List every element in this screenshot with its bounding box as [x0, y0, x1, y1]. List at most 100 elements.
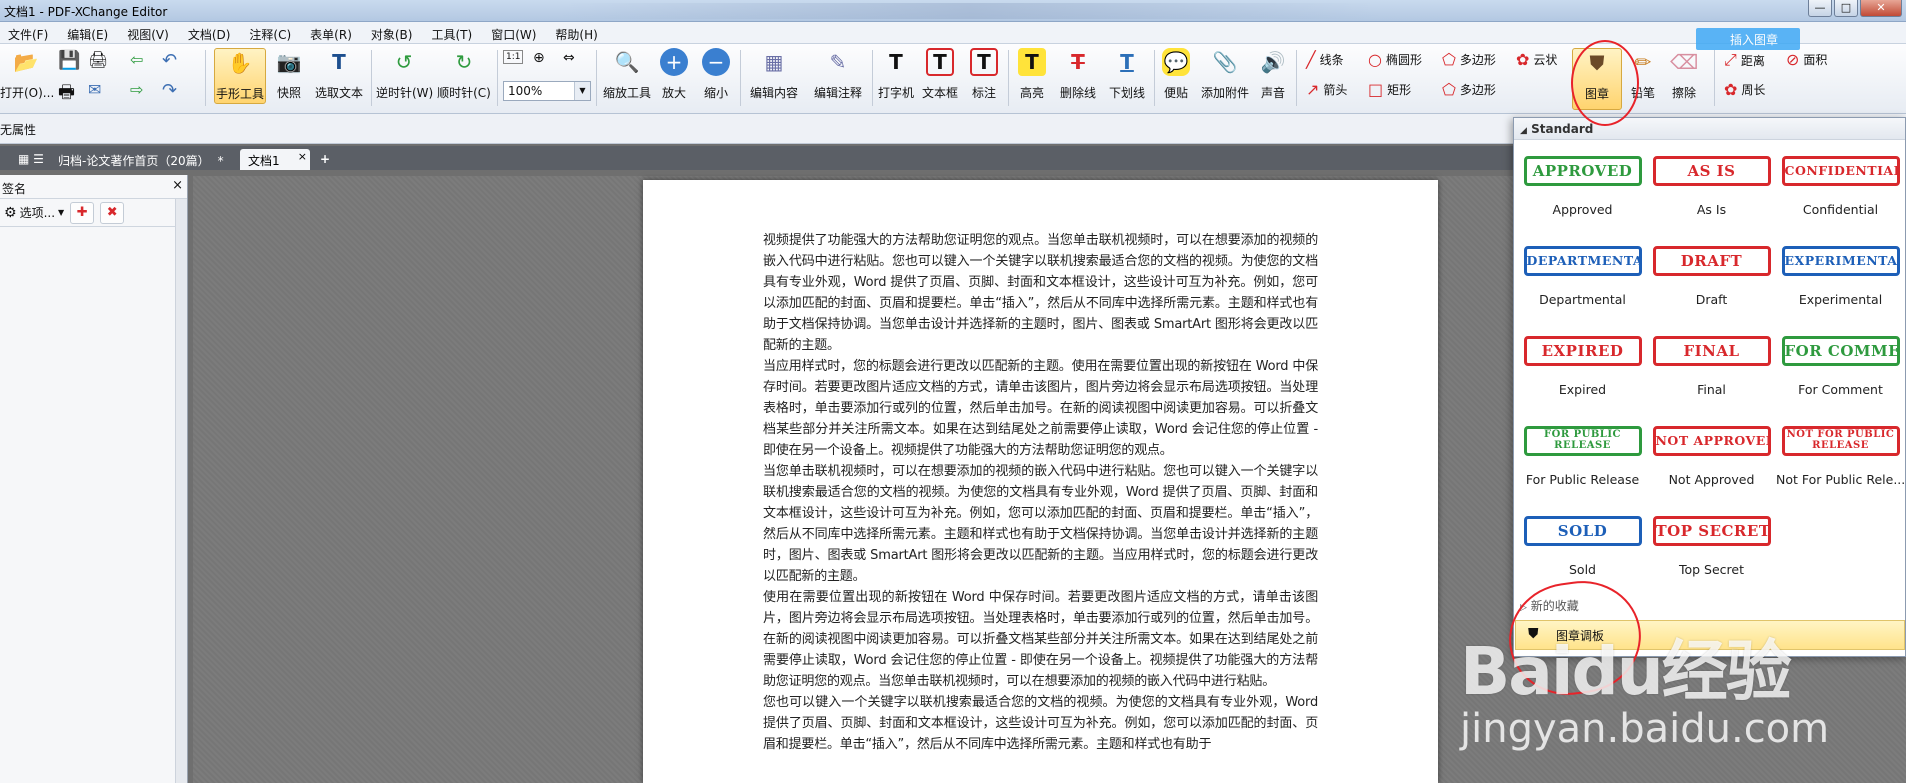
stamp-caption: Top Secret [1678, 562, 1745, 577]
stamp-category-header[interactable]: ◢ Standard [1514, 118, 1905, 140]
actual-size-icon: 1:1 [503, 50, 524, 64]
perimeter-tool[interactable]: ✿ 周长 [1724, 80, 1765, 99]
remove-signature-button[interactable]: ✖ [100, 201, 125, 224]
ellipse-tool[interactable]: ○ 椭圆形 [1368, 50, 1422, 69]
redo-button[interactable]: ↷ [162, 80, 177, 101]
close-window-button[interactable]: ✕ [1860, 0, 1902, 17]
export-button[interactable]: ⇨ [130, 80, 143, 99]
properties-label: 无属性 [0, 123, 37, 137]
stamp-item[interactable]: EXPERIMENTAL Experimental [1776, 246, 1905, 324]
options-button[interactable]: ⚙ 选项... ▼ [4, 204, 64, 221]
stamp-item[interactable]: NOT FOR PUBLIC RELEASE Not For Public Rel… [1776, 426, 1905, 504]
pdf-page[interactable]: 视频提供了功能强大的方法帮助您证明您的观点。当您单击联机视频时，可以在想要添加的… [643, 180, 1438, 783]
highlight-icon: T [1018, 48, 1046, 76]
edit-comment-button[interactable]: ✎ 编辑注释 [810, 48, 866, 104]
menu-view[interactable]: 视图(V) [119, 22, 180, 43]
print-icon: 🖶 [58, 82, 75, 103]
stamp-item[interactable]: DEPARTMENTAL Departmental [1518, 246, 1647, 324]
underline-button[interactable]: T 下划线 [1104, 48, 1150, 104]
polygon-tool-2[interactable]: ⬠ 多边形 [1442, 80, 1496, 99]
stamp-item[interactable]: NOT APPROVED Not Approved [1647, 426, 1776, 504]
scan-button[interactable]: 🖨 [88, 50, 108, 69]
print-button[interactable]: 🖶 [58, 80, 75, 110]
actual-size-button[interactable]: 1:1 [503, 50, 524, 64]
cloud-icon: ✿ [1516, 50, 1530, 69]
import-button[interactable]: ⇦ [130, 50, 143, 69]
stamp-item[interactable]: EXPIRED Expired [1518, 336, 1647, 414]
hand-tool-button[interactable]: ✋ 手形工具 [214, 48, 266, 104]
rotate-ccw-button[interactable]: ↺ 逆时针(W) [376, 48, 433, 104]
strikeout-button[interactable]: T 删除线 [1054, 48, 1102, 104]
distance-tool[interactable]: ⤢ 距离 [1724, 50, 1765, 70]
stamp-item[interactable]: APPROVED Approved [1518, 156, 1647, 234]
menu-document[interactable]: 文档(D) [180, 22, 242, 43]
zoom-in-button[interactable]: + 放大 [656, 48, 692, 104]
cloud-tool[interactable]: ✿ 云状 [1516, 50, 1557, 69]
menu-form[interactable]: 表单(R) [302, 22, 363, 43]
menu-tools[interactable]: 工具(T) [423, 22, 483, 43]
sticky-note-button[interactable]: 💬 便贴 [1158, 48, 1194, 104]
collapse-icon: ◢ [1520, 126, 1527, 136]
textbox-button[interactable]: T 文本框 [918, 48, 962, 104]
callout-icon: T [970, 48, 998, 76]
menu-file[interactable]: 文件(F) [0, 22, 59, 43]
stamp-image: DRAFT [1652, 246, 1771, 276]
zoom-out-button[interactable]: − 缩小 [698, 48, 734, 104]
highlight-button[interactable]: T 高亮 [1014, 48, 1050, 104]
rotate-cw-button[interactable]: ↻ 顺时针(C) [436, 48, 492, 104]
zoom-tool-button[interactable]: 🔍 缩放工具 [600, 48, 654, 104]
stamp-item[interactable]: DRAFT Draft [1647, 246, 1776, 324]
stamp-caption: Experimental [1798, 292, 1883, 307]
folder-icon: 📂 [13, 50, 39, 74]
snapshot-button[interactable]: 📷 快照 [270, 48, 308, 104]
chevron-down-icon: ▼ [574, 82, 590, 100]
rectangle-tool[interactable]: □ 矩形 [1368, 80, 1411, 99]
stamp-item[interactable]: FOR PUBLIC RELEASE For Public Release [1518, 426, 1647, 504]
sound-button[interactable]: 🔊 声音 [1256, 48, 1290, 104]
stamp-image: NOT APPROVED [1652, 426, 1771, 456]
stamp-dropdown: ◢ Standard APPROVED Approved AS IS As Is CON… [1513, 117, 1906, 657]
callout-button[interactable]: T 标注 [964, 48, 1004, 104]
menu-object[interactable]: 对象(B) [363, 22, 424, 43]
stamp-caption: Approved [1552, 202, 1613, 217]
stamp-image: CONFIDENTIAL [1781, 156, 1900, 186]
stamp-caption: Expired [1558, 382, 1607, 397]
stamp-image: EXPIRED [1523, 336, 1642, 366]
close-panel-icon[interactable]: × [172, 178, 183, 193]
typewriter-button[interactable]: T 打字机 [874, 48, 918, 104]
eraser-button[interactable]: ⌫ 擦除 [1664, 48, 1704, 104]
menu-comment[interactable]: 注释(C) [241, 22, 302, 43]
polygon-tool[interactable]: ⬠ 多边形 [1442, 50, 1496, 69]
stamp-item[interactable]: CONFIDENTIAL Confidential [1776, 156, 1905, 234]
email-button[interactable]: ✉ [88, 80, 101, 99]
new-tab-button[interactable]: + [312, 149, 338, 170]
save-button[interactable]: 💾 [58, 50, 80, 71]
maximize-button[interactable]: □ [1834, 0, 1858, 17]
menu-bar: 文件(F) 编辑(E) 视图(V) 文档(D) 注释(C) 表单(R) 对象(B… [0, 22, 1906, 44]
attach-file-button[interactable]: 📎 添加附件 [1198, 48, 1252, 104]
minimize-button[interactable]: — [1808, 0, 1832, 17]
edit-content-button[interactable]: ▦ 编辑内容 [746, 48, 802, 104]
line-tool[interactable]: ╱ 线条 [1306, 50, 1344, 69]
zoom-select[interactable]: 100% ▼ [503, 81, 591, 101]
stamp-item[interactable]: AS IS As Is [1647, 156, 1776, 234]
stamp-item[interactable]: FINAL Final [1647, 336, 1776, 414]
close-tab-icon[interactable]: × [298, 150, 307, 163]
fit-page-button[interactable]: ⊕ [533, 50, 545, 66]
undo-button[interactable]: ↶ [162, 50, 177, 71]
tab-grid-icon[interactable]: ▦ ☰ [10, 149, 52, 170]
menu-edit[interactable]: 编辑(E) [59, 22, 119, 43]
fit-width-button[interactable]: ⇔ [563, 50, 575, 66]
open-button[interactable]: 📂 打开(O)... [0, 48, 54, 104]
tab-archive[interactable]: 归档-论文著作首页（20篇） * [50, 149, 232, 170]
area-tool[interactable]: ⊘ 面积 [1786, 50, 1827, 69]
panel-scrollbar[interactable] [175, 199, 187, 783]
arrow-tool[interactable]: ↗ 箭头 [1306, 80, 1347, 99]
menu-window[interactable]: 窗口(W) [483, 22, 547, 43]
add-signature-button[interactable]: ✚ [70, 201, 95, 224]
stamp-item[interactable]: TOP SECRET Top Secret [1647, 516, 1776, 594]
select-text-button[interactable]: T 选取文本 [312, 48, 366, 104]
stamp-item[interactable]: FOR COMMENT For Comment [1776, 336, 1905, 414]
menu-help[interactable]: 帮助(H) [547, 22, 608, 43]
tab-doc1[interactable]: 文档1 × [240, 149, 310, 170]
